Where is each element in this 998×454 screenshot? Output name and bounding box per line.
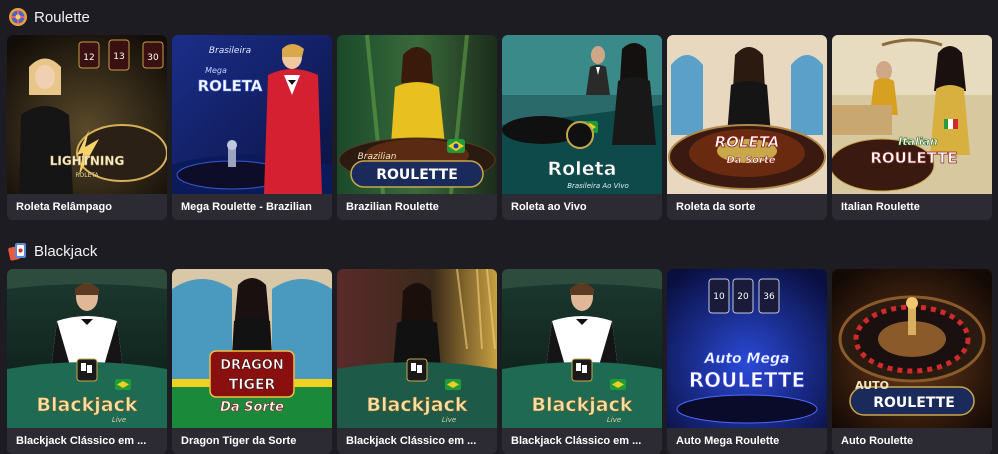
game-thumbnail: Roleta Brasileira Ao Vivo xyxy=(502,35,662,194)
game-logo-line-1: Brasileira xyxy=(209,46,251,56)
game-title[interactable]: Roleta Relâmpago xyxy=(7,194,167,220)
game-logo-line-2: ROULETTE xyxy=(870,149,957,167)
game-title[interactable]: Roleta ao Vivo xyxy=(502,194,662,220)
game-title[interactable]: Blackjack Clássico em ... xyxy=(7,428,167,454)
game-logo-line-1: AUTO xyxy=(855,379,889,392)
section-header: Roulette xyxy=(0,0,998,34)
game-card-auto-roulette[interactable]: AUTO ROULETTE Auto Roulette xyxy=(832,269,992,454)
game-title[interactable]: Dragon Tiger da Sorte xyxy=(172,428,332,454)
game-thumbnail: Blackjack Live xyxy=(337,269,497,428)
game-logo-line-2: Mega xyxy=(205,66,227,75)
section-title: Blackjack xyxy=(34,242,98,260)
section-roulette: Roulette 12 13 30 LIGHTNING ROLETA Rolet… xyxy=(0,0,998,220)
game-title[interactable]: Roleta da sorte xyxy=(667,194,827,220)
game-logo-line-2: ROULETTE xyxy=(873,395,955,411)
game-card-italian-roulette[interactable]: Italian ROULETTE Italian Roulette xyxy=(832,35,992,220)
game-logo-line-1: DRAGON xyxy=(220,358,283,373)
game-card-dragon-tiger-da-sorte[interactable]: DRAGON TIGER Da Sorte Dragon Tiger da So… xyxy=(172,269,332,454)
game-logo-line-2: TIGER xyxy=(229,377,276,393)
game-thumbnail: 10 20 36 Auto Mega ROULETTE xyxy=(667,269,827,428)
multiplier-1: 12 xyxy=(83,53,94,63)
game-title[interactable]: Blackjack Clássico em ... xyxy=(337,428,497,454)
game-thumbnail: Brazilian ROULETTE xyxy=(337,35,497,194)
game-thumbnail: Blackjack Live xyxy=(7,269,167,428)
game-logo-line-1: Roleta xyxy=(548,158,617,180)
game-logo-line-2: Da Sorte xyxy=(726,155,775,166)
section-header: Blackjack xyxy=(0,234,998,268)
game-grid: 12 13 30 LIGHTNING ROLETA Roleta Relâmpa… xyxy=(7,35,992,220)
game-logo-line-2: ROULETTE xyxy=(689,368,805,392)
game-card-roleta-ao-vivo[interactable]: Roleta Brasileira Ao Vivo Roleta ao Vivo xyxy=(502,35,662,220)
game-logo-line-1: Blackjack xyxy=(532,394,633,416)
game-thumbnail: DRAGON TIGER Da Sorte xyxy=(172,269,332,428)
game-logo-line-2: Brasileira Ao Vivo xyxy=(567,182,629,190)
game-logo-line-1: Auto Mega xyxy=(704,351,790,367)
game-logo-line-2: ROULETTE xyxy=(376,167,458,183)
game-card-blackjack-classico-1[interactable]: Blackjack Live Blackjack Clássico em ... xyxy=(7,269,167,454)
section-title: Roulette xyxy=(34,8,90,26)
game-title[interactable]: Blackjack Clássico em ... xyxy=(502,428,662,454)
game-title[interactable]: Italian Roulette xyxy=(832,194,992,220)
game-logo-line-1: Blackjack xyxy=(367,394,468,416)
game-thumbnail: AUTO ROULETTE xyxy=(832,269,992,428)
game-logo-line-1: LIGHTNING xyxy=(50,154,125,168)
game-logo-line-2: Live xyxy=(607,416,621,424)
game-thumbnail: Blackjack Brasileira Mega ROLETA xyxy=(172,35,332,194)
game-logo-line-3: ROLETA xyxy=(198,77,263,95)
game-logo-line-1: ROLETA xyxy=(715,133,780,151)
roulette-wheel-icon xyxy=(9,8,27,26)
game-card-roleta-relampago[interactable]: 12 13 30 LIGHTNING ROLETA Roleta Relâmpa… xyxy=(7,35,167,220)
game-grid: Blackjack Live Blackjack Clássico em ... xyxy=(7,269,992,454)
game-card-auto-mega-roulette[interactable]: 10 20 36 Auto Mega ROULETTE Auto Mega Ro… xyxy=(667,269,827,454)
section-blackjack: Blackjack Blackjack Live Blackjack Cláss… xyxy=(0,234,998,454)
game-logo-line-2: ROLETA xyxy=(75,172,99,179)
game-card-blackjack-classico-3[interactable]: Blackjack Live Blackjack Clássico em ... xyxy=(502,269,662,454)
game-card-blackjack-classico-2[interactable]: Blackjack Live Blackjack Clássico em ... xyxy=(337,269,497,454)
game-thumbnail: Blackjack Live xyxy=(502,269,662,428)
game-logo-line-1: Blackjack xyxy=(37,394,138,416)
game-thumbnail: Italian ROULETTE xyxy=(832,35,992,194)
game-card-brazilian-roulette[interactable]: Brazilian ROULETTE Brazilian Roulette xyxy=(337,35,497,220)
game-title[interactable]: Brazilian Roulette xyxy=(337,194,497,220)
game-title[interactable]: Mega Roulette - Brazilian xyxy=(172,194,332,220)
multiplier-2: 13 xyxy=(113,52,124,62)
multiplier-3: 36 xyxy=(763,292,775,302)
game-card-roleta-da-sorte[interactable]: ROLETA Da Sorte Roleta da sorte xyxy=(667,35,827,220)
playing-cards-icon xyxy=(8,243,26,261)
multiplier-3: 30 xyxy=(147,53,159,63)
game-title[interactable]: Auto Mega Roulette xyxy=(667,428,827,454)
game-logo-line-2: Live xyxy=(112,416,126,424)
game-card-mega-roulette-brazilian[interactable]: Blackjack Brasileira Mega ROLETA Mega Ro… xyxy=(172,35,332,220)
multiplier-1: 10 xyxy=(713,292,725,302)
game-thumbnail: ROLETA Da Sorte xyxy=(667,35,827,194)
game-logo-line-3: Da Sorte xyxy=(220,400,284,415)
game-title[interactable]: Auto Roulette xyxy=(832,428,992,454)
game-logo-line-1: Brazilian xyxy=(358,152,397,162)
game-logo-line-1: Italian xyxy=(898,135,938,148)
game-thumbnail: 12 13 30 LIGHTNING ROLETA xyxy=(7,35,167,194)
multiplier-2: 20 xyxy=(737,292,749,302)
game-logo-line-2: Live xyxy=(442,416,456,424)
